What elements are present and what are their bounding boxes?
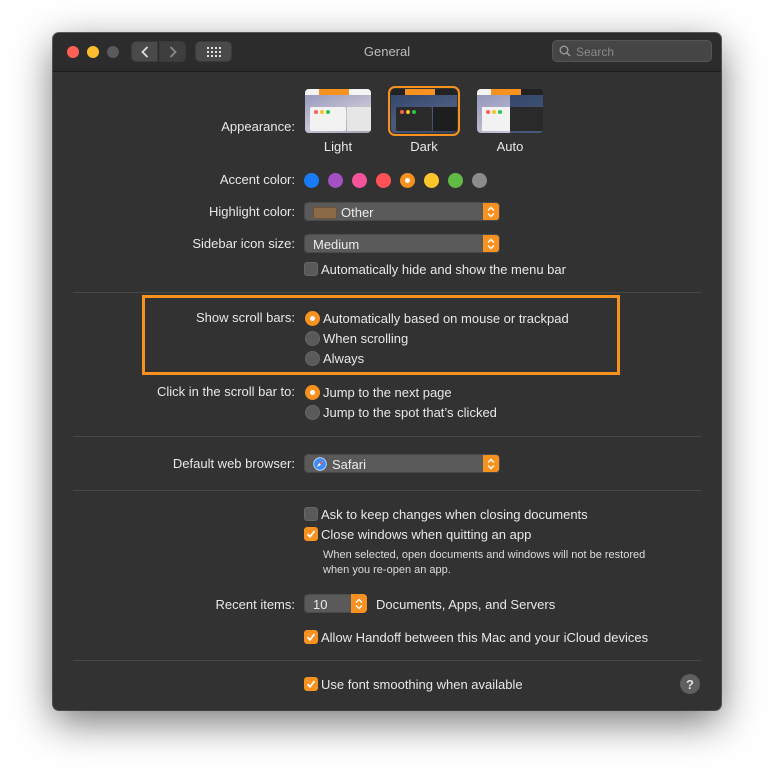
separator xyxy=(73,490,701,491)
appearance-auto-thumbnail[interactable] xyxy=(477,89,543,133)
preferences-window: General Appearance: xyxy=(53,33,721,710)
default-browser-label: Default web browser: xyxy=(172,456,295,471)
sidebar-icon-size-label: Sidebar icon size: xyxy=(192,236,295,251)
highlight-color-popup[interactable]: Other xyxy=(304,202,500,221)
appearance-auto-label: Auto xyxy=(496,139,524,154)
appearance-light-thumbnail[interactable] xyxy=(305,89,371,133)
font-smoothing-label: Use font smoothing when available xyxy=(321,677,523,692)
separator xyxy=(73,660,701,661)
recent-items-suffix: Documents, Apps, and Servers xyxy=(376,597,556,612)
close-windows-checkbox[interactable] xyxy=(304,527,318,541)
highlight-color-label: Highlight color: xyxy=(209,204,295,219)
recent-items-label: Recent items: xyxy=(215,597,295,612)
checkmark-icon xyxy=(306,680,316,689)
appearance-label: Appearance: xyxy=(221,119,295,134)
appearance-dark-thumbnail[interactable] xyxy=(388,86,460,136)
jump-spot-label: Jump to the spot that’s clicked xyxy=(323,405,497,420)
separator xyxy=(73,436,701,437)
recent-items-value: 10 xyxy=(313,597,328,612)
help-button[interactable]: ? xyxy=(680,674,700,694)
popup-arrows-icon xyxy=(483,203,499,220)
menu-bar-label: Automatically hide and show the menu bar xyxy=(321,262,566,277)
appearance-light-label: Light xyxy=(323,139,353,154)
popup-arrows-icon xyxy=(483,235,499,252)
accent-blue-swatch[interactable] xyxy=(304,173,319,188)
accent-red-swatch[interactable] xyxy=(376,173,391,188)
popup-arrows-icon xyxy=(483,455,499,472)
scroll-always-label: Always xyxy=(323,351,365,366)
accent-color-label: Accent color: xyxy=(219,172,295,187)
accent-yellow-swatch[interactable] xyxy=(424,173,439,188)
search-input[interactable] xyxy=(574,43,708,61)
accent-graphite-swatch[interactable] xyxy=(472,173,487,188)
scroll-when-scrolling-label: When scrolling xyxy=(323,331,409,346)
title-bar: General xyxy=(53,33,721,72)
accent-purple-swatch[interactable] xyxy=(328,173,343,188)
jump-next-page-label: Jump to the next page xyxy=(323,385,452,400)
sidebar-icon-size-popup[interactable]: Medium xyxy=(304,234,500,253)
show-scroll-bars-label: Show scroll bars: xyxy=(196,310,295,325)
search-icon xyxy=(559,45,571,57)
appearance-dark-label: Dark xyxy=(410,139,438,154)
accent-green-swatch[interactable] xyxy=(448,173,463,188)
recent-items-stepper[interactable] xyxy=(351,594,367,613)
handoff-label: Allow Handoff between this Mac and your … xyxy=(321,630,649,645)
scroll-auto-label: Automatically based on mouse or trackpad xyxy=(323,311,569,326)
recent-items-popup[interactable]: 10 xyxy=(304,594,352,613)
accent-orange-swatch[interactable] xyxy=(400,173,415,188)
jump-spot-radio[interactable] xyxy=(305,405,320,420)
separator xyxy=(73,292,701,293)
default-browser-popup[interactable]: Safari xyxy=(304,454,500,473)
handoff-checkbox[interactable] xyxy=(304,630,318,644)
menu-bar-checkbox[interactable] xyxy=(304,262,318,276)
safari-icon xyxy=(313,457,327,471)
scroll-always-radio[interactable] xyxy=(305,351,320,366)
scroll-auto-radio[interactable] xyxy=(305,311,320,326)
highlight-color-value: Other xyxy=(341,205,374,220)
close-windows-note-line1: When selected, open documents and window… xyxy=(323,549,646,561)
ask-keep-changes-checkbox[interactable] xyxy=(304,507,318,521)
checkmark-icon xyxy=(306,530,316,539)
default-browser-value: Safari xyxy=(332,457,366,472)
checkmark-icon xyxy=(306,633,316,642)
font-smoothing-checkbox[interactable] xyxy=(304,677,318,691)
ask-keep-changes-label: Ask to keep changes when closing documen… xyxy=(321,507,588,522)
search-field[interactable] xyxy=(552,40,712,62)
jump-next-page-radio[interactable] xyxy=(305,385,320,400)
close-windows-label: Close windows when quitting an app xyxy=(321,527,532,542)
popup-arrows-icon xyxy=(355,598,363,609)
scroll-when-scrolling-radio[interactable] xyxy=(305,331,320,346)
click-scroll-label: Click in the scroll bar to: xyxy=(157,384,295,399)
highlight-swatch xyxy=(313,207,337,219)
accent-pink-swatch[interactable] xyxy=(352,173,367,188)
close-windows-note-line2: when you re-open an app. xyxy=(323,564,451,576)
sidebar-icon-size-value: Medium xyxy=(313,237,360,252)
